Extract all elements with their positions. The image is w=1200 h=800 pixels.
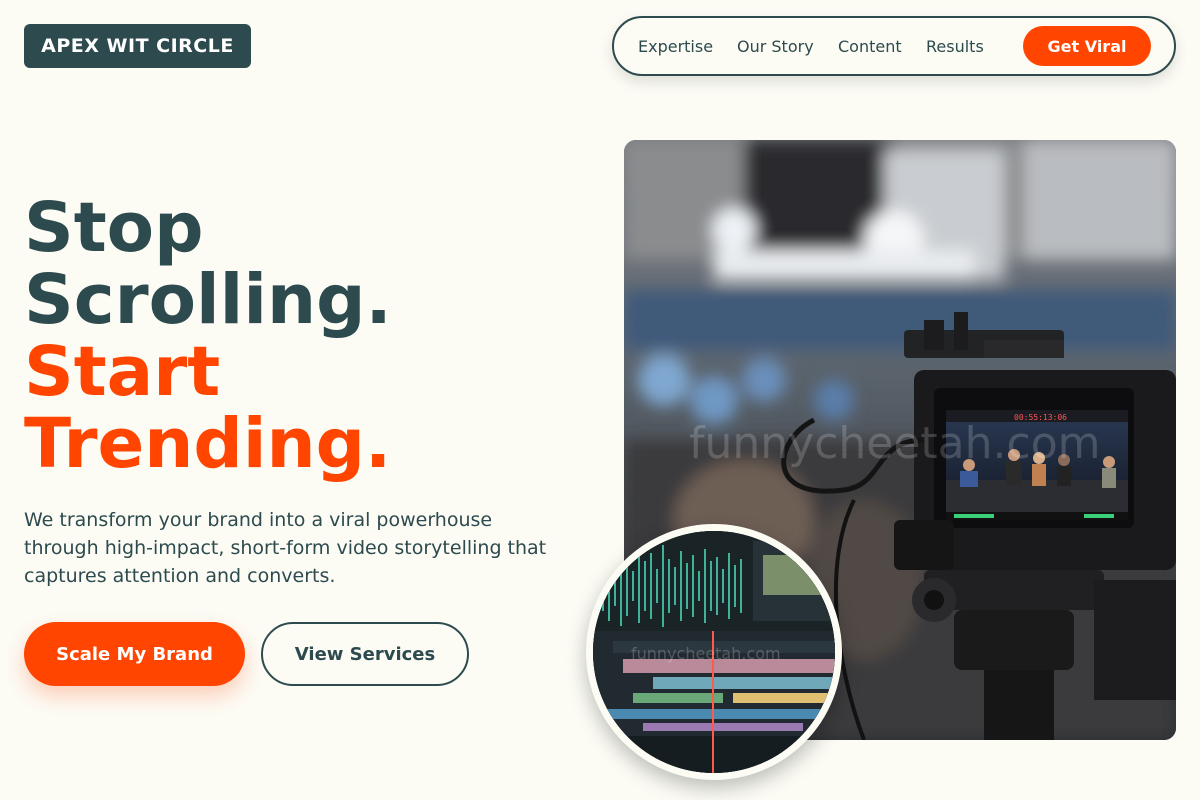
nav-link-our-story[interactable]: Our Story xyxy=(737,37,814,56)
editing-timeline-photo: funnycheetah.com xyxy=(586,524,842,780)
scale-my-brand-button[interactable]: Scale My Brand xyxy=(24,622,245,686)
timeline-illustration: funnycheetah.com xyxy=(593,531,835,773)
get-viral-button[interactable]: Get Viral xyxy=(1023,26,1151,66)
headline-line-4: Trending. xyxy=(24,404,392,484)
hero-description: We transform your brand into a viral pow… xyxy=(24,509,547,587)
nav-link-content[interactable]: Content xyxy=(838,37,902,56)
headline-line-3: Start xyxy=(24,332,221,412)
nav-link-results[interactable]: Results xyxy=(926,37,984,56)
svg-text:funnycheetah.com: funnycheetah.com xyxy=(631,644,781,663)
headline-line-1: Stop xyxy=(24,188,204,268)
brand-logo[interactable]: APEX WIT CIRCLE xyxy=(24,24,251,68)
main-nav: Expertise Our Story Content Results Get … xyxy=(612,16,1176,76)
nav-link-expertise[interactable]: Expertise xyxy=(638,37,713,56)
headline-line-2: Scrolling. xyxy=(24,260,392,340)
view-services-button[interactable]: View Services xyxy=(261,622,469,686)
hero-headline: Stop Scrolling. Start Trending. xyxy=(24,192,392,480)
svg-text:funnycheetah.com: funnycheetah.com xyxy=(689,418,1100,469)
